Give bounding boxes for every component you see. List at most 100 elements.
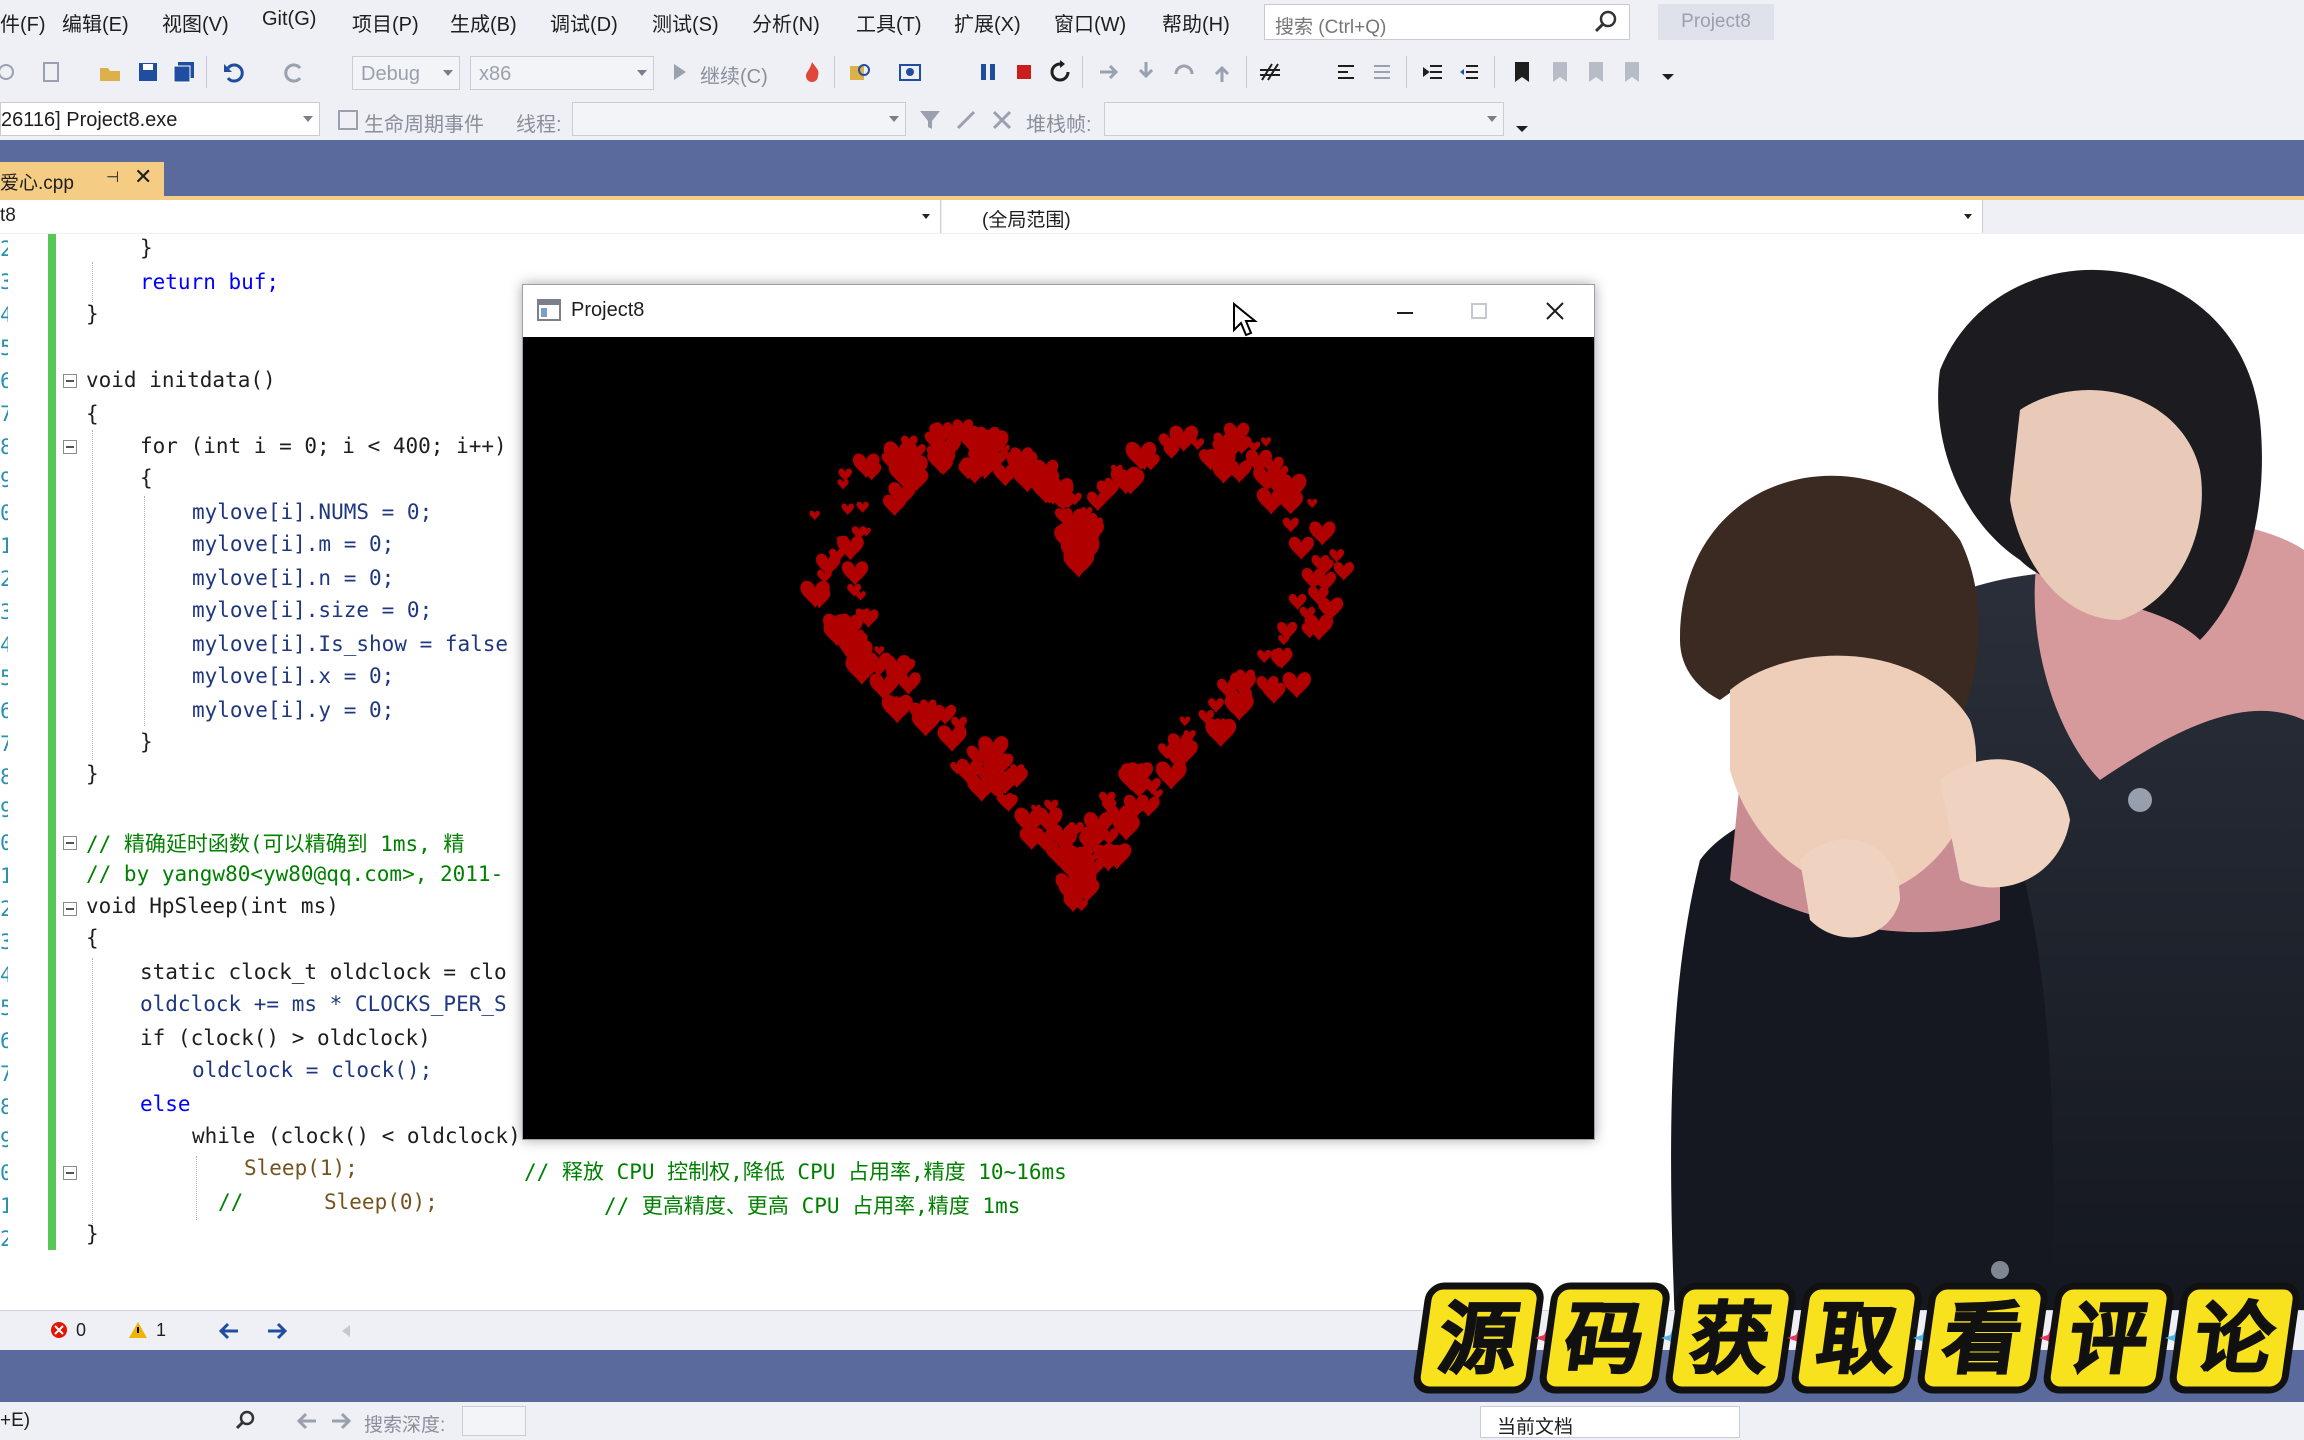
uncomment-icon[interactable] (1370, 60, 1394, 84)
error-icon[interactable] (50, 1321, 68, 1339)
warning-icon[interactable] (128, 1321, 148, 1339)
indent-icon[interactable] (1422, 60, 1446, 84)
undo-icon[interactable] (222, 60, 246, 84)
bookmark-icon[interactable] (1510, 60, 1534, 84)
process-combo[interactable]: 26116] Project8.exe (0, 102, 320, 136)
fold-toggle[interactable] (63, 902, 77, 916)
indent-guide (196, 1156, 197, 1220)
search-input[interactable]: 搜索 (Ctrl+Q) (1264, 4, 1630, 40)
heart-particle (1227, 460, 1252, 483)
lifecycle-icon[interactable] (336, 108, 360, 132)
step-over-icon[interactable] (1172, 60, 1196, 84)
process-value: 26116] Project8.exe (1, 109, 178, 131)
menu-edit[interactable]: 编辑(E) (62, 8, 129, 37)
arrow-right-icon[interactable] (330, 1411, 352, 1431)
continue-icon[interactable] (668, 60, 692, 84)
warning-count[interactable]: 1 (156, 1320, 166, 1341)
tab-heart-cpp[interactable]: 爱心.cpp ⊣ ✕ (0, 162, 164, 196)
fold-toggle[interactable] (63, 440, 77, 454)
fold-toggle[interactable] (63, 374, 77, 388)
search-depth-combo[interactable] (462, 1406, 526, 1436)
line-number: 1 (0, 534, 8, 558)
thread-combo[interactable] (572, 102, 906, 136)
search-icon[interactable] (234, 1410, 256, 1432)
toolbar-overflow-icon[interactable] (1656, 60, 1680, 84)
code-line: mylove[i].m = 0; (192, 532, 395, 556)
step-into-icon[interactable] (1134, 60, 1158, 84)
scope-combo[interactable]: 当前文档 (1480, 1406, 1740, 1438)
find-in-files-icon[interactable] (848, 60, 872, 84)
hot-reload-icon[interactable] (800, 60, 824, 84)
lifecycle-label[interactable]: 生命周期事件 (364, 108, 484, 137)
new-project-icon[interactable] (40, 60, 64, 84)
show-next-statement-icon[interactable] (1098, 60, 1122, 84)
fold-toggle[interactable] (63, 836, 77, 850)
menu-test[interactable]: 测试(S) (652, 8, 719, 37)
line-number: 9 (0, 798, 8, 822)
maximize-icon[interactable] (1467, 299, 1491, 323)
code-line: mylove[i].size = 0; (192, 598, 433, 622)
menu-build[interactable]: 生成(B) (450, 8, 517, 37)
menu-help[interactable]: 帮助(H) (1162, 8, 1230, 37)
filter-icon[interactable] (918, 108, 942, 132)
save-all-icon[interactable] (172, 60, 196, 84)
code-line: mylove[i].y = 0; (192, 698, 395, 722)
continue-label[interactable]: 继续(C) (700, 60, 768, 89)
arrow-left-icon[interactable] (296, 1411, 318, 1431)
menu-extensions[interactable]: 扩展(X) (954, 8, 1021, 37)
project-scope-combo[interactable]: t8 (0, 200, 941, 233)
stackframe-combo[interactable] (1104, 102, 1504, 136)
pause-icon[interactable] (976, 60, 1000, 84)
banner-char: 论 (2169, 1282, 2300, 1394)
forward-nav-icon[interactable] (0, 60, 24, 84)
close-icon[interactable]: ✕ (134, 164, 152, 190)
config-combo[interactable]: Debug (352, 56, 460, 90)
screenshot-icon[interactable] (898, 60, 922, 84)
line-number: 7 (0, 1062, 8, 1086)
line-number: 1 (0, 1194, 8, 1218)
fold-toggle[interactable] (63, 1166, 77, 1180)
line-number: 3 (0, 930, 8, 954)
stop-icon[interactable] (1012, 60, 1036, 84)
code-line: oldclock = clock(); (192, 1058, 433, 1082)
step-out-icon[interactable] (1210, 60, 1234, 84)
outdent-icon[interactable] (1458, 60, 1482, 84)
menu-tools[interactable]: 工具(T) (856, 8, 922, 37)
project8-window[interactable]: Project8 (522, 284, 1595, 1140)
menu-analyze[interactable]: 分析(N) (752, 8, 820, 37)
code-line: Sleep(0); (324, 1190, 438, 1214)
minimize-icon[interactable] (1393, 299, 1417, 323)
next-bookmark-icon[interactable] (1584, 60, 1608, 84)
hex-display-icon[interactable] (1258, 60, 1282, 84)
code-line: void HpSleep(int ms) (86, 894, 339, 918)
menu-project[interactable]: 项目(P) (352, 8, 419, 37)
platform-combo[interactable]: x86 (470, 56, 654, 90)
close-icon[interactable] (1543, 299, 1567, 323)
menu-git[interactable]: Git(G) (262, 8, 316, 31)
pin-icon[interactable]: ⊣ (106, 168, 119, 186)
scroll-left-icon[interactable] (340, 1323, 352, 1339)
redo-icon[interactable] (282, 60, 306, 84)
project-scope-value: t8 (0, 205, 16, 226)
prev-bookmark-icon[interactable] (1548, 60, 1572, 84)
project8-titlebar[interactable]: Project8 (523, 285, 1594, 337)
heart-particle (937, 725, 967, 752)
menu-view[interactable]: 视图(V) (162, 8, 229, 37)
heart-particle (1260, 437, 1272, 447)
toolbar-separator (206, 56, 207, 88)
comment-icon[interactable] (1334, 60, 1358, 84)
menu-debug[interactable]: 调试(D) (550, 8, 618, 37)
code-line: else (140, 1092, 191, 1116)
arrow-left-icon[interactable] (218, 1321, 240, 1341)
save-icon[interactable] (136, 60, 160, 84)
clear-bookmarks-icon[interactable] (1620, 60, 1644, 84)
arrow-right-icon[interactable] (266, 1321, 288, 1341)
menu-window[interactable]: 窗口(W) (1054, 8, 1126, 37)
toolbar-overflow-icon[interactable] (1510, 112, 1534, 136)
open-folder-icon[interactable] (98, 60, 122, 84)
frames-icon[interactable] (990, 108, 1014, 132)
menu-file[interactable]: 件(F) (0, 8, 46, 37)
restart-icon[interactable] (1048, 60, 1072, 84)
flag-thread-icon[interactable] (954, 108, 978, 132)
error-count[interactable]: 0 (76, 1320, 86, 1341)
